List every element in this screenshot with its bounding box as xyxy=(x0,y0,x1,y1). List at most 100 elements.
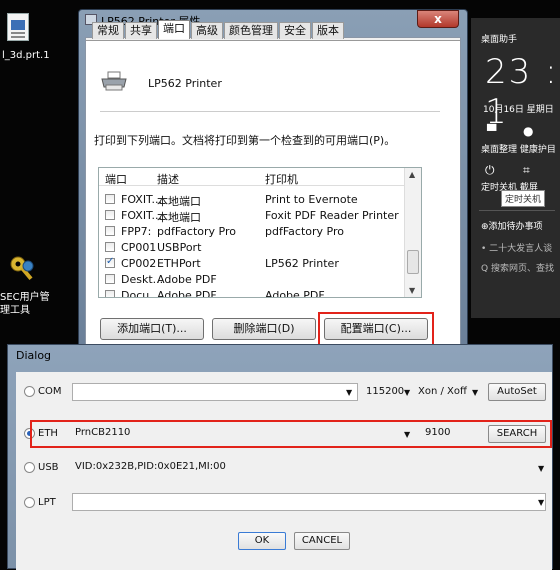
ports-page: LP562 Printer 打印到下列端口。文档将打印到第一个检查到的可用端口(… xyxy=(86,40,460,350)
scroll-thumb[interactable] xyxy=(407,250,419,274)
com-label: COM xyxy=(38,386,62,397)
desc-cell: Adobe PDF xyxy=(157,273,217,286)
tab-color-management[interactable]: 颜色管理 xyxy=(224,22,278,39)
keys-label: SEC用户管 理工具 xyxy=(0,291,50,317)
chevron-down-icon[interactable]: ▼ xyxy=(472,388,478,397)
port-checkbox[interactable] xyxy=(105,210,115,220)
com-radio[interactable] xyxy=(24,386,35,397)
delete-port-button[interactable]: 删除端口(D) xyxy=(212,318,316,340)
table-row[interactable]: FOXIT... 本地端口 Print to Evernote xyxy=(99,191,404,208)
column-port[interactable]: 端口 xyxy=(105,171,127,187)
port-cell: FOXIT... xyxy=(121,193,162,206)
autoset-button[interactable]: AutoSet xyxy=(488,383,546,401)
cancel-button[interactable]: CANCEL xyxy=(294,532,350,550)
file-icon[interactable] xyxy=(7,13,29,41)
scroll-down-icon[interactable]: ▼ xyxy=(409,286,415,295)
dialog-body: COM ▼ 115200 ▼ Xon / Xoff ▼ AutoSet ETH … xyxy=(16,372,552,570)
ok-button[interactable]: OK xyxy=(238,532,286,550)
widget-time: 23 : 1 xyxy=(485,52,559,132)
tab-security[interactable]: 安全 xyxy=(279,22,311,39)
tab-version[interactable]: 版本 xyxy=(312,22,344,39)
printer-cell: pdfFactory Pro xyxy=(265,225,344,238)
port-config-dialog: Dialog COM ▼ 115200 ▼ Xon / Xoff ▼ AutoS… xyxy=(7,344,553,570)
properties-body: 常规 共享 端口 高级 颜色管理 安全 版本 LP562 Printer 打印到… xyxy=(85,20,461,351)
flow-control-value[interactable]: Xon / Xoff xyxy=(418,386,467,397)
port-list-header: 端口 描述 打印机 xyxy=(99,168,404,186)
usb-device-select[interactable]: VID:0x232B,PID:0x0E21,MI:00 xyxy=(72,459,546,477)
add-port-button[interactable]: 添加端口(T)... xyxy=(100,318,204,340)
scroll-up-icon[interactable]: ▲ xyxy=(409,170,415,179)
table-row[interactable]: FPP7: pdfFactory Pro pdfFactory Pro xyxy=(99,223,404,239)
power-icon[interactable]: ⏻ xyxy=(485,163,495,178)
column-description[interactable]: 描述 xyxy=(157,171,179,187)
keys-icon[interactable] xyxy=(8,254,38,284)
baud-rate-value[interactable]: 115200 xyxy=(366,386,404,397)
desk-organize-icon[interactable]: ▀ xyxy=(487,124,496,138)
com-port-select[interactable] xyxy=(72,383,358,401)
table-row[interactable]: CP002 ETHPort LP562 Printer xyxy=(99,255,404,271)
usb-label: USB xyxy=(38,462,59,473)
port-checkbox[interactable] xyxy=(105,242,115,252)
ports-description: 打印到下列端口。文档将打印到第一个检查到的可用端口(P)。 xyxy=(94,134,396,147)
table-row[interactable]: CP001 USBPort xyxy=(99,239,404,255)
port-cell: CP002 xyxy=(121,257,157,270)
port-checkbox-checked[interactable] xyxy=(105,256,115,268)
tab-advanced[interactable]: 高级 xyxy=(191,22,223,39)
port-list[interactable]: 端口 描述 打印机 FOXIT... 本地端口 Print to Evernot… xyxy=(98,167,422,298)
chevron-down-icon[interactable]: ▼ xyxy=(538,464,544,473)
printer-cell: Foxit PDF Reader Printer xyxy=(265,209,399,222)
printer-name: LP562 Printer xyxy=(148,77,222,90)
port-checkbox[interactable] xyxy=(105,194,115,204)
port-list-scrollbar[interactable]: ▲ ▼ xyxy=(404,168,421,297)
crop-icon[interactable]: ⌗ xyxy=(523,163,530,178)
widget-labels-row1: 桌面整理 健康护目 xyxy=(481,145,556,155)
eye-care-icon[interactable]: ● xyxy=(523,124,533,138)
port-cell: FPP7: xyxy=(121,225,152,238)
printer-properties-window: LP562 Printer 属性 x 常规 共享 端口 高级 颜色管理 安全 版… xyxy=(78,9,468,354)
keys-label-line1: SEC用户管 xyxy=(0,292,50,303)
shutdown-tooltip: 定时关机 xyxy=(501,190,546,207)
dialog-title: Dialog xyxy=(16,349,52,362)
lpt-radio[interactable] xyxy=(24,497,35,508)
usb-radio[interactable] xyxy=(24,462,35,473)
chevron-down-icon[interactable]: ▼ xyxy=(346,388,352,397)
lpt-label: LPT xyxy=(38,497,56,508)
printer-cell: LP562 Printer xyxy=(265,257,339,270)
add-todo-button[interactable]: ⊕添加待办事项 xyxy=(481,219,543,232)
desc-cell: USBPort xyxy=(157,241,202,254)
chevron-down-icon[interactable]: ▼ xyxy=(538,498,544,507)
lpt-port-select[interactable] xyxy=(72,493,546,511)
tab-strip: 常规 共享 端口 高级 颜色管理 安全 版本 xyxy=(92,20,345,40)
news-item[interactable]: • 二十大发言人谈 xyxy=(481,241,552,254)
tab-general[interactable]: 常规 xyxy=(92,22,124,39)
printer-cell: Adobe PDF xyxy=(265,289,325,298)
table-row[interactable]: FOXIT... 本地端口 Foxit PDF Reader Printer xyxy=(99,207,404,224)
printer-cell: Print to Evernote xyxy=(265,193,358,206)
desktop-assistant-widget: 桌面助手 23 : 1 10月16日 星期日 ▀ ● 桌面整理 健康护目 ⏻ ⌗… xyxy=(471,18,560,318)
tab-sharing[interactable]: 共享 xyxy=(125,22,157,39)
port-checkbox[interactable] xyxy=(105,290,115,297)
tab-ports[interactable]: 端口 xyxy=(158,20,190,39)
keys-label-line2: 理工具 xyxy=(0,305,30,316)
table-row[interactable]: Deskt... Adobe PDF xyxy=(99,271,404,287)
highlight-eth-row xyxy=(30,420,552,448)
table-row[interactable]: Docu... Adobe PDF Adobe PDF xyxy=(99,287,404,298)
port-cell: Docu... xyxy=(121,289,160,298)
column-printer[interactable]: 打印机 xyxy=(265,171,298,187)
printer-icon xyxy=(101,71,127,91)
file-label: l_3d.prt.1 xyxy=(2,50,50,61)
desc-cell: pdfFactory Pro xyxy=(157,225,236,238)
highlight-configure-port xyxy=(318,312,434,346)
widget-title: 桌面助手 xyxy=(481,35,518,45)
desc-cell: ETHPort xyxy=(157,257,201,270)
widget-search[interactable]: Q 搜索网页、查找 xyxy=(481,261,554,274)
chevron-down-icon[interactable]: ▼ xyxy=(404,388,410,397)
widget-date: 10月16日 星期日 xyxy=(483,105,554,115)
port-cell: FOXIT... xyxy=(121,209,162,222)
desc-cell: Adobe PDF xyxy=(157,289,217,298)
separator xyxy=(100,111,440,112)
close-button[interactable]: x xyxy=(417,10,459,28)
port-checkbox[interactable] xyxy=(105,274,115,284)
port-cell: CP001 xyxy=(121,241,157,254)
port-checkbox[interactable] xyxy=(105,226,115,236)
